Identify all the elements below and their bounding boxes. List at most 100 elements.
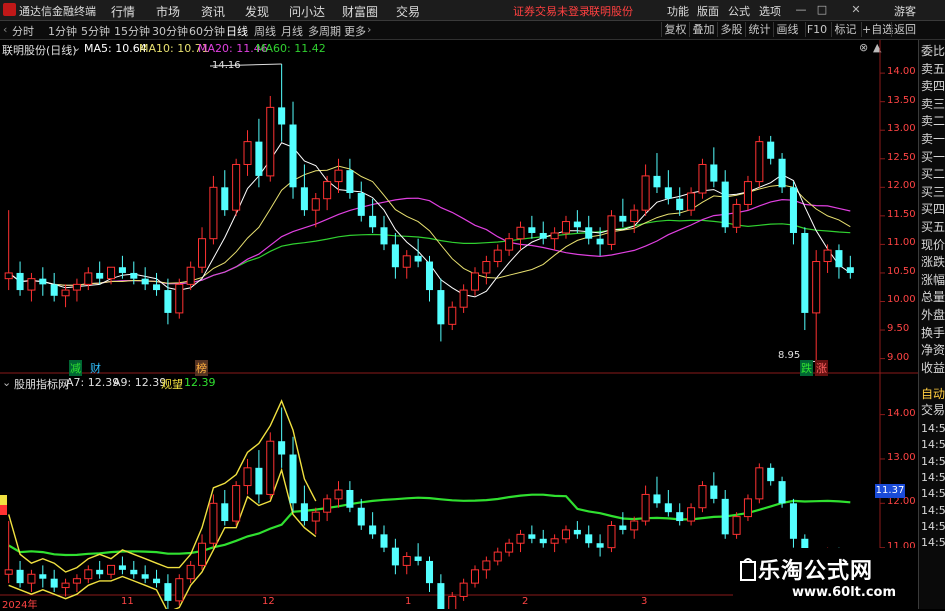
candle	[607, 215, 616, 245]
candle	[255, 141, 263, 176]
sidebar-time: 14:56	[921, 519, 945, 533]
signal-reduce: 减	[69, 360, 82, 376]
sub-candle	[767, 467, 775, 482]
y-tick-label: 13.00	[887, 123, 916, 135]
sidebar-item[interactable]: 现价	[921, 238, 945, 253]
sub-candle	[255, 467, 263, 495]
sidebar-item[interactable]: 卖三	[921, 97, 945, 112]
sub-candle	[653, 494, 661, 504]
sub-candle	[357, 507, 365, 526]
sub-candle	[698, 485, 707, 509]
sub-candle	[676, 512, 684, 522]
sidebar-time: 14:56	[921, 536, 945, 550]
candle	[278, 107, 286, 125]
left-marker-red	[0, 505, 7, 515]
sidebar-time: 14:56	[921, 438, 945, 452]
y-tick-label: 11.50	[887, 208, 916, 220]
sub-candle	[141, 574, 149, 579]
candle	[619, 215, 627, 222]
sub-y-tick-label: 13.00	[887, 451, 916, 463]
sub-candle	[130, 569, 138, 575]
sidebar-item[interactable]: 买五	[921, 220, 945, 235]
sub-candle	[346, 490, 354, 508]
candle	[289, 124, 297, 188]
sidebar-item[interactable]: 买三	[921, 185, 945, 200]
sidebar-item[interactable]: 卖五	[921, 62, 945, 77]
sub-candle	[300, 503, 308, 522]
sub-candle	[550, 538, 559, 544]
sub-candle	[369, 525, 377, 535]
candle	[823, 249, 832, 263]
candle	[141, 278, 149, 285]
candle	[402, 255, 411, 268]
sub-y-tick-label: 14.00	[887, 407, 916, 419]
candle	[357, 193, 365, 216]
sub-candle	[164, 583, 172, 601]
sidebar-item[interactable]: 卖二	[921, 114, 945, 129]
sidebar-item[interactable]: 总量	[921, 290, 945, 305]
sub-candle	[732, 516, 741, 535]
candle	[96, 272, 104, 279]
candle	[482, 261, 491, 274]
sub-candle	[789, 503, 797, 539]
quote-sidebar: 委比卖五卖四卖三卖二卖一买一买二买三买四买五现价涨跌涨幅总量外盘换手净资收益 自…	[918, 40, 945, 609]
sidebar-item[interactable]: 买四	[921, 202, 945, 217]
sub-candle	[493, 551, 502, 562]
sidebar-item[interactable]: 净资	[921, 343, 945, 358]
sub-candle	[334, 489, 343, 500]
y-tick-label: 10.00	[887, 294, 916, 306]
sidebar-trade-tab[interactable]: 交易	[921, 403, 945, 418]
candle	[266, 106, 275, 177]
candle	[232, 163, 241, 211]
sidebar-item[interactable]: 外盘	[921, 308, 945, 323]
sub-candle	[402, 556, 411, 566]
current-price-tag: 11.37	[875, 484, 905, 498]
sub-candle	[72, 578, 81, 584]
sidebar-time: 14:56	[921, 422, 945, 435]
candlestick-chart[interactable]	[0, 0, 945, 609]
sub-candle	[425, 560, 434, 584]
signal-finance: 财	[90, 362, 101, 375]
sub-candle	[96, 569, 104, 575]
candle	[755, 141, 764, 183]
sub-candle	[278, 441, 286, 455]
sidebar-item[interactable]: 卖四	[921, 79, 945, 94]
sidebar-item[interactable]: 涨跌	[921, 255, 945, 270]
shopping-bag-icon	[740, 558, 756, 581]
candle	[72, 283, 81, 291]
sub-candle	[561, 529, 571, 540]
x-tick-11: 11	[121, 596, 134, 607]
candle	[676, 198, 684, 211]
sidebar-auto-tab[interactable]: 自动	[921, 387, 945, 402]
sidebar-item[interactable]: 换手	[921, 326, 945, 341]
candle	[221, 187, 229, 211]
y-tick-label: 9.00	[887, 351, 910, 363]
sub-candle	[209, 502, 218, 544]
candle	[801, 232, 809, 313]
sidebar-item[interactable]: 卖一	[921, 132, 945, 147]
sidebar-item[interactable]: 涨幅	[921, 273, 945, 288]
candle	[323, 181, 332, 200]
watermark-title: 乐淘公式网	[758, 559, 874, 584]
sidebar-item[interactable]: 委比	[921, 44, 945, 59]
sub-candle	[61, 582, 70, 589]
candle	[743, 181, 752, 205]
y-tick-label: 12.00	[887, 180, 916, 192]
sub-candle	[585, 534, 593, 544]
sub-candle	[289, 454, 297, 504]
candle	[107, 266, 116, 280]
y-tick-label: 13.50	[887, 94, 916, 106]
candle	[516, 226, 525, 240]
sidebar-time: 14:56	[921, 487, 945, 501]
sidebar-item[interactable]: 买一	[921, 150, 945, 165]
sub-candle	[482, 560, 491, 571]
candle	[789, 187, 797, 233]
candle	[561, 221, 571, 234]
sidebar-item[interactable]: 收益	[921, 361, 945, 376]
sidebar-item[interactable]: 买二	[921, 167, 945, 182]
sub-candle	[630, 520, 639, 531]
sub-candle	[607, 524, 616, 549]
high-annotation: 14.16	[212, 60, 241, 71]
sub-candle	[459, 582, 468, 597]
candle	[243, 141, 252, 165]
